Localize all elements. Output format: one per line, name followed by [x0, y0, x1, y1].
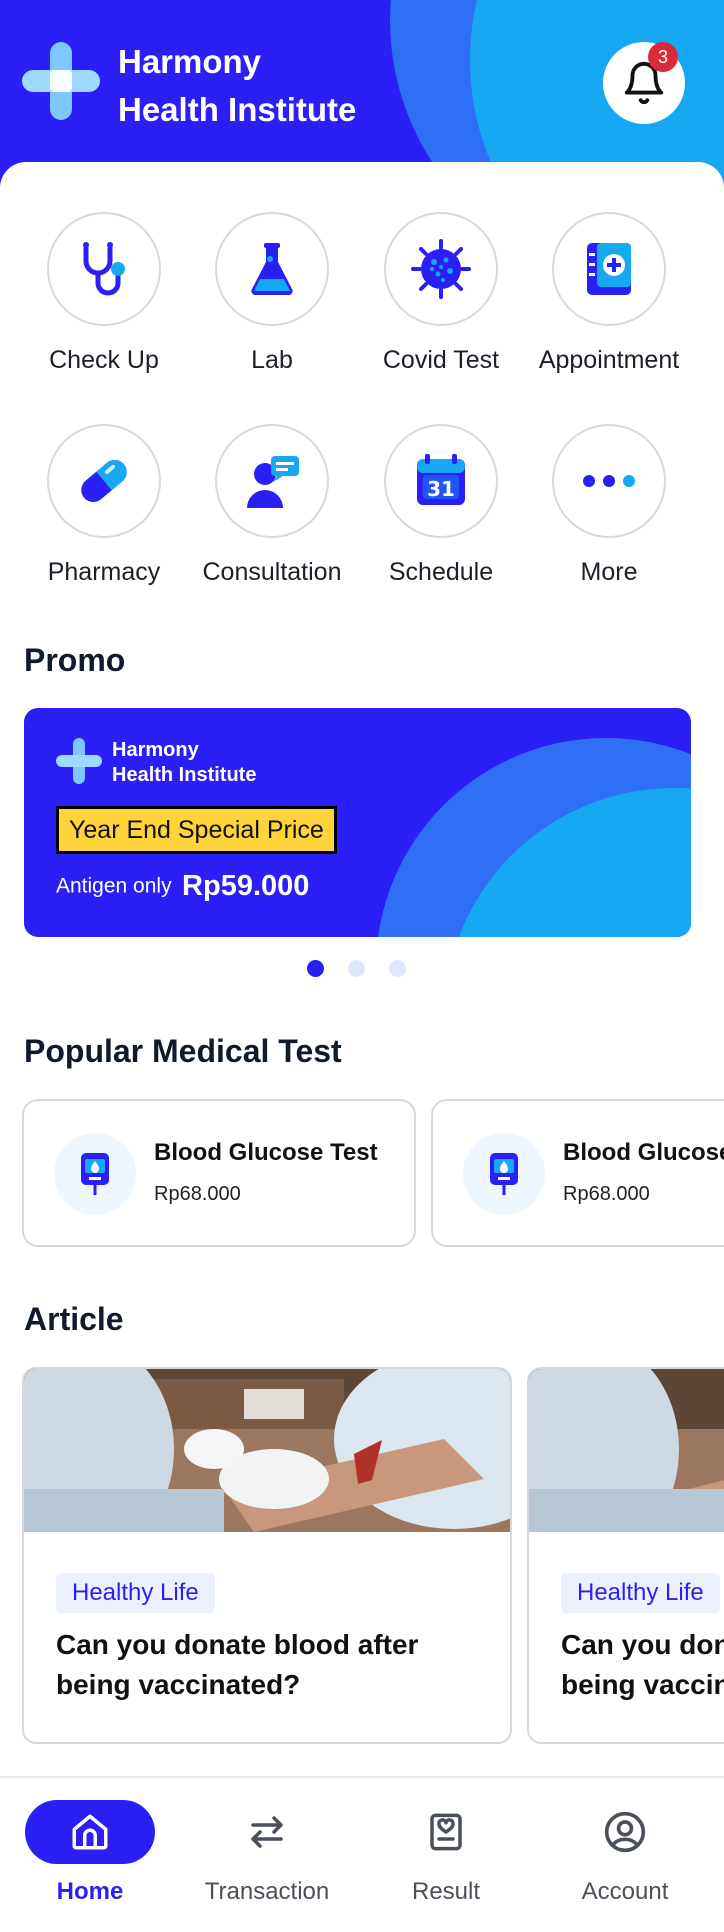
test-price: Rp68.000 [154, 1183, 241, 1205]
service-icon-circle [215, 424, 329, 538]
test-price: Rp68.000 [563, 1183, 650, 1205]
carousel-dot-3[interactable] [389, 960, 406, 977]
promo-price-label: Antigen only [56, 874, 172, 898]
article-title: Can you donate blood after being vaccina… [561, 1629, 724, 1700]
test-icon-circle [54, 1133, 136, 1215]
carousel-dot-2[interactable] [348, 960, 365, 977]
test-icon-circle [463, 1133, 545, 1215]
home-icon [72, 1814, 108, 1850]
blood-bag-icon [490, 1153, 518, 1195]
service-schedule[interactable]: 31 Schedule [357, 424, 525, 587]
service-icon-circle [215, 212, 329, 326]
article-card[interactable]: Healthy Life Can you donate blood after … [527, 1367, 724, 1744]
service-label: Appointment [538, 346, 680, 374]
medical-test-card[interactable]: Blood Glucose Test Rp68.000 [431, 1099, 724, 1247]
service-label: Check Up [49, 346, 159, 374]
article-image [24, 1369, 510, 1532]
promo-tag: Year End Special Price [56, 806, 337, 854]
stethoscope-icon [83, 242, 125, 296]
service-icon-circle: 31 [384, 424, 498, 538]
service-icon-circle [47, 424, 161, 538]
virus-icon [411, 239, 471, 299]
bottom-navigation: Home Transaction Result Account [0, 1776, 724, 1932]
promo-price: Antigen only Rp59.000 [56, 870, 309, 903]
article-category: Healthy Life [561, 1573, 720, 1613]
pill-icon [81, 460, 127, 502]
article-title: Can you donate blood after being vaccina… [56, 1629, 419, 1700]
brand-logo-icon [22, 42, 100, 120]
flask-icon [251, 243, 293, 296]
blood-donation-photo [529, 1369, 724, 1532]
promo-brand-line-2: Health Institute [112, 764, 257, 786]
service-check-up[interactable]: Check Up [20, 212, 188, 375]
nav-label: Home [56, 1878, 124, 1905]
article-category: Healthy Life [56, 1573, 215, 1613]
service-more[interactable]: More [525, 424, 693, 587]
svg-text:31: 31 [427, 477, 455, 501]
nav-label: Transaction [204, 1878, 330, 1905]
service-icon-circle [552, 424, 666, 538]
service-consultation[interactable]: Consultation [188, 424, 356, 587]
service-label: Pharmacy [47, 558, 161, 586]
service-label: Lab [251, 346, 293, 374]
promo-brand-line-1: Harmony [112, 739, 199, 761]
nav-label: Account [581, 1878, 669, 1905]
promo-logo-icon [56, 738, 102, 784]
nav-label: Result [411, 1878, 481, 1905]
test-name: Blood Glucose Test [563, 1139, 724, 1166]
test-name: Blood Glucose Test [154, 1139, 378, 1166]
article-section-title: Article [24, 1301, 124, 1337]
promo-price-value: Rp59.000 [182, 870, 310, 902]
blood-bag-icon [81, 1153, 109, 1195]
service-icon-circle [552, 212, 666, 326]
blood-donation-photo [24, 1369, 510, 1532]
article-card[interactable]: Healthy Life Can you donate blood after … [22, 1367, 512, 1744]
nav-icon-wrap [381, 1800, 511, 1864]
service-lab[interactable]: Lab [188, 212, 356, 375]
nav-icon-wrap [25, 1800, 155, 1864]
brand-line-2: Health Institute [118, 91, 357, 128]
promo-brand: Harmony Health Institute [112, 738, 256, 788]
brand-name: Harmony Health Institute [118, 38, 356, 134]
service-covid-test[interactable]: Covid Test [357, 212, 525, 375]
promo-banner[interactable]: Harmony Health Institute Year End Specia… [24, 708, 691, 937]
result-clipboard-icon [430, 1813, 462, 1851]
consultation-icon [247, 456, 299, 508]
account-icon [604, 1811, 646, 1853]
calendar-icon: 31 [417, 454, 465, 505]
medical-test-card[interactable]: Blood Glucose Test Rp68.000 [22, 1099, 416, 1247]
nav-result[interactable]: Result [356, 1778, 536, 1932]
service-appointment[interactable]: Appointment [525, 212, 693, 375]
nav-home[interactable]: Home [0, 1778, 180, 1932]
promo-section-title: Promo [24, 642, 126, 678]
service-label: Schedule [388, 558, 494, 586]
popular-section-title: Popular Medical Test [24, 1033, 342, 1069]
brand-line-1: Harmony [118, 43, 262, 80]
more-dots-icon [583, 475, 635, 487]
medical-book-icon [587, 243, 631, 295]
nav-transaction[interactable]: Transaction [177, 1778, 357, 1932]
carousel-indicator [0, 960, 724, 980]
service-label: More [580, 558, 638, 586]
article-image [529, 1369, 724, 1532]
nav-icon-wrap [202, 1800, 332, 1864]
service-label: Consultation [202, 558, 342, 586]
service-icon-circle [47, 212, 161, 326]
transfer-arrows-icon [251, 1816, 283, 1848]
service-pharmacy[interactable]: Pharmacy [20, 424, 188, 587]
carousel-dot-1[interactable] [307, 960, 324, 977]
nav-account[interactable]: Account [535, 1778, 715, 1932]
nav-icon-wrap [560, 1800, 690, 1864]
service-icon-circle [384, 212, 498, 326]
service-label: Covid Test [382, 346, 500, 374]
notification-badge: 3 [648, 42, 678, 72]
